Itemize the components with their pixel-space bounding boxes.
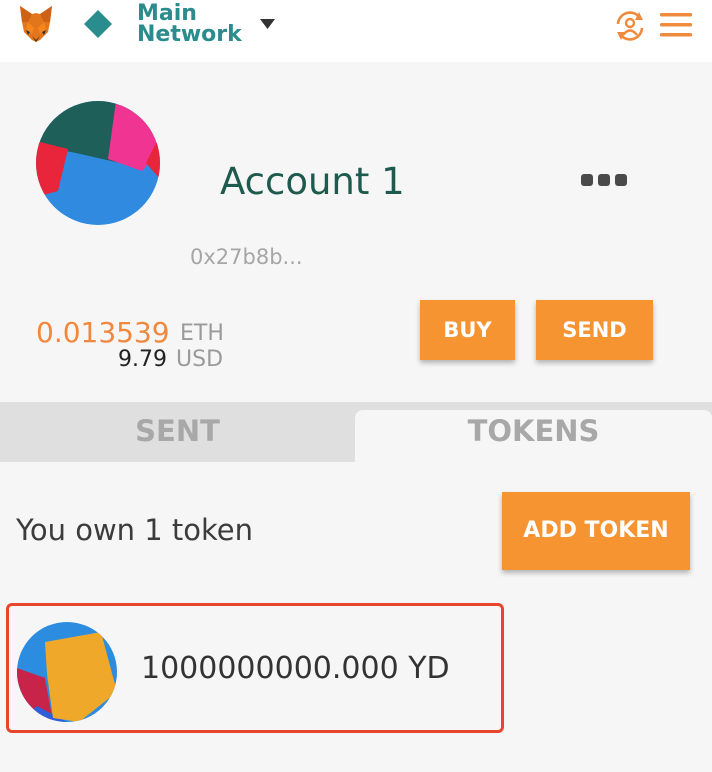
eth-unit-label: ETH <box>180 321 224 346</box>
token-balance: 1000000000.000 YD <box>141 651 450 686</box>
activity-tabs: SENT TOKENS <box>0 402 712 462</box>
top-bar: Main Network <box>0 0 712 62</box>
usd-unit-label: USD <box>176 347 224 372</box>
network-name-line1: Main <box>137 1 197 26</box>
token-count-summary: You own 1 token <box>16 513 254 547</box>
more-options-icon[interactable] <box>580 173 628 187</box>
account-address[interactable]: 0x27b8b... <box>190 244 303 270</box>
network-name-line2: Network <box>137 22 242 47</box>
token-list-item[interactable]: 1000000000.000 YD <box>6 603 504 733</box>
tab-tokens[interactable]: TOKENS <box>355 410 712 462</box>
network-selector[interactable]: Main Network <box>137 1 257 47</box>
hamburger-menu-icon[interactable] <box>659 10 693 40</box>
eth-balance: 0.013539 <box>36 316 170 349</box>
metamask-fox-icon[interactable] <box>18 4 54 46</box>
account-switch-icon[interactable] <box>612 8 648 44</box>
caret-down-icon[interactable] <box>259 18 276 30</box>
tab-sent[interactable]: SENT <box>0 402 355 462</box>
send-button[interactable]: SEND <box>536 300 653 360</box>
buy-button[interactable]: BUY <box>420 300 515 360</box>
network-diamond-icon <box>84 10 112 38</box>
account-name[interactable]: Account 1 <box>220 160 405 204</box>
token-identicon <box>17 622 117 722</box>
usd-balance: 9.79 <box>118 347 167 372</box>
account-avatar <box>36 101 160 225</box>
add-token-button[interactable]: ADD TOKEN <box>502 492 690 570</box>
